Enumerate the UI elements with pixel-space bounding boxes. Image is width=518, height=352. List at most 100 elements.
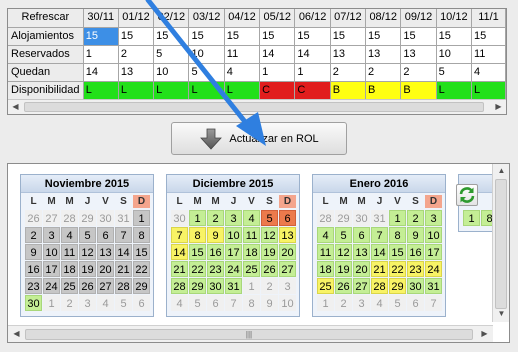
calendar-day[interactable]: 8 (133, 227, 150, 243)
calendar-day[interactable]: 6 (133, 295, 150, 311)
calendar-day[interactable]: 5 (189, 295, 206, 311)
calendar-day[interactable]: 29 (133, 278, 150, 294)
calendar-day[interactable]: 24 (425, 261, 442, 277)
calendar-day[interactable]: 13 (353, 244, 370, 260)
grid-cell[interactable]: C (294, 81, 331, 100)
calendar-day[interactable]: 2 (407, 210, 424, 226)
calendar-day[interactable]: 26 (79, 278, 96, 294)
grid-cell[interactable]: 15 (83, 27, 119, 46)
calendar-day[interactable]: 6 (279, 210, 296, 226)
refresh-calendar-button[interactable] (456, 184, 478, 206)
calendar-day[interactable]: 29 (189, 278, 206, 294)
calendar-day[interactable]: 4 (171, 295, 188, 311)
grid-cell[interactable]: B (365, 81, 402, 100)
grid-cell[interactable]: 15 (224, 27, 261, 46)
calendar-day[interactable]: 6 (207, 295, 224, 311)
calendar-day[interactable]: 5 (115, 295, 132, 311)
calendar-day[interactable]: 3 (353, 295, 370, 311)
grid-cell[interactable]: 5 (153, 45, 190, 64)
date-column-header[interactable]: 08/12 (365, 9, 402, 28)
grid-cell[interactable]: 11 (471, 45, 506, 64)
calendar-day[interactable]: 3 (225, 210, 242, 226)
calendar-day[interactable]: 31 (115, 210, 132, 226)
calendar-day[interactable]: 21 (171, 261, 188, 277)
update-rol-button[interactable]: Actualizar en ROL (171, 122, 347, 155)
grid-horizontal-scrollbar[interactable]: ◀ ▶ (8, 99, 506, 114)
calendar-day[interactable]: 1 (389, 210, 406, 226)
calendar-day[interactable]: 12 (335, 244, 352, 260)
scroll-left-icon[interactable]: ◀ (9, 327, 24, 341)
calendar-day[interactable]: 22 (389, 261, 406, 277)
calendar-day[interactable]: 2 (61, 295, 78, 311)
calendar-day[interactable]: 5 (261, 210, 278, 226)
calendar-day[interactable]: 11 (317, 244, 334, 260)
grid-cell[interactable]: 11 (224, 45, 261, 64)
grid-cell[interactable]: 14 (259, 45, 296, 64)
calendar-hscroll-thumb[interactable]: ||| (25, 329, 473, 340)
calendar-day[interactable]: 26 (25, 210, 42, 226)
calendar-day[interactable]: 4 (97, 295, 114, 311)
grid-cell[interactable]: L (188, 81, 225, 100)
grid-cell[interactable]: L (224, 81, 261, 100)
grid-cell[interactable]: 15 (259, 27, 296, 46)
calendar-day[interactable]: 14 (115, 244, 132, 260)
calendar-day[interactable]: 26 (261, 261, 278, 277)
grid-cell[interactable]: 15 (365, 27, 402, 46)
calendar-day[interactable]: 27 (353, 278, 370, 294)
calendar-day[interactable]: 25 (317, 278, 334, 294)
calendar-day[interactable]: 7 (225, 295, 242, 311)
calendar-day[interactable]: 6 (97, 227, 114, 243)
calendar-day[interactable]: 16 (407, 244, 424, 260)
calendar-day[interactable]: 13 (279, 227, 296, 243)
calendar-vertical-scrollbar[interactable]: ▲ ▼ (492, 164, 509, 322)
calendar-day[interactable]: 3 (43, 227, 60, 243)
calendar-day[interactable]: 20 (279, 244, 296, 260)
scroll-up-icon[interactable]: ▲ (494, 164, 509, 178)
calendar-day[interactable]: 27 (43, 210, 60, 226)
calendar-day[interactable]: 19 (335, 261, 352, 277)
calendar-day[interactable]: 31 (425, 278, 442, 294)
grid-cell[interactable]: 1 (83, 45, 119, 64)
calendar-day[interactable]: 20 (353, 261, 370, 277)
calendar-day[interactable]: 14 (371, 244, 388, 260)
calendar-day[interactable]: 4 (243, 210, 260, 226)
calendar-day[interactable]: 28 (371, 278, 388, 294)
calendar-day[interactable]: 10 (43, 244, 60, 260)
grid-cell[interactable]: 2 (330, 63, 367, 82)
calendar-day[interactable]: 14 (171, 244, 188, 260)
calendar-day[interactable]: 15 (189, 244, 206, 260)
calendar-day[interactable]: 30 (407, 278, 424, 294)
calendar-day[interactable]: 1 (133, 210, 150, 226)
grid-cell[interactable]: 1 (294, 63, 331, 82)
date-column-header[interactable]: 10/12 (436, 9, 472, 28)
grid-cell[interactable]: 13 (365, 45, 402, 64)
calendar-day[interactable]: 4 (317, 227, 334, 243)
calendar-day[interactable]: 18 (317, 261, 334, 277)
calendar-day[interactable]: 1 (43, 295, 60, 311)
calendar-vscroll-thumb[interactable] (495, 179, 507, 309)
date-column-header[interactable]: 11/1 (471, 9, 506, 28)
grid-cell[interactable]: 13 (400, 45, 437, 64)
calendar-day[interactable]: 2 (207, 210, 224, 226)
calendar-day[interactable]: 20 (97, 261, 114, 277)
calendar-day[interactable]: 12 (261, 227, 278, 243)
grid-cell[interactable]: 15 (400, 27, 437, 46)
calendar-day[interactable]: 29 (79, 210, 96, 226)
calendar-day[interactable]: 29 (389, 278, 406, 294)
calendar-day[interactable]: 17 (225, 244, 242, 260)
calendar-day[interactable]: 21 (115, 261, 132, 277)
calendar-day[interactable]: 7 (371, 227, 388, 243)
calendar-day[interactable]: 26 (335, 278, 352, 294)
grid-cell[interactable]: 15 (471, 27, 506, 46)
grid-cell[interactable]: 15 (436, 27, 472, 46)
date-column-header[interactable]: 02/12 (153, 9, 190, 28)
scroll-right-icon[interactable]: ▶ (477, 327, 492, 341)
calendar-day[interactable]: 30 (353, 210, 370, 226)
grid-cell[interactable]: L (436, 81, 472, 100)
calendar-day[interactable]: 11 (243, 227, 260, 243)
scroll-left-icon[interactable]: ◀ (8, 100, 23, 114)
calendar-day[interactable]: 13 (97, 244, 114, 260)
date-column-header[interactable]: 09/12 (400, 9, 437, 28)
grid-cell[interactable]: 15 (188, 27, 225, 46)
calendar-day[interactable]: 10 (425, 227, 442, 243)
